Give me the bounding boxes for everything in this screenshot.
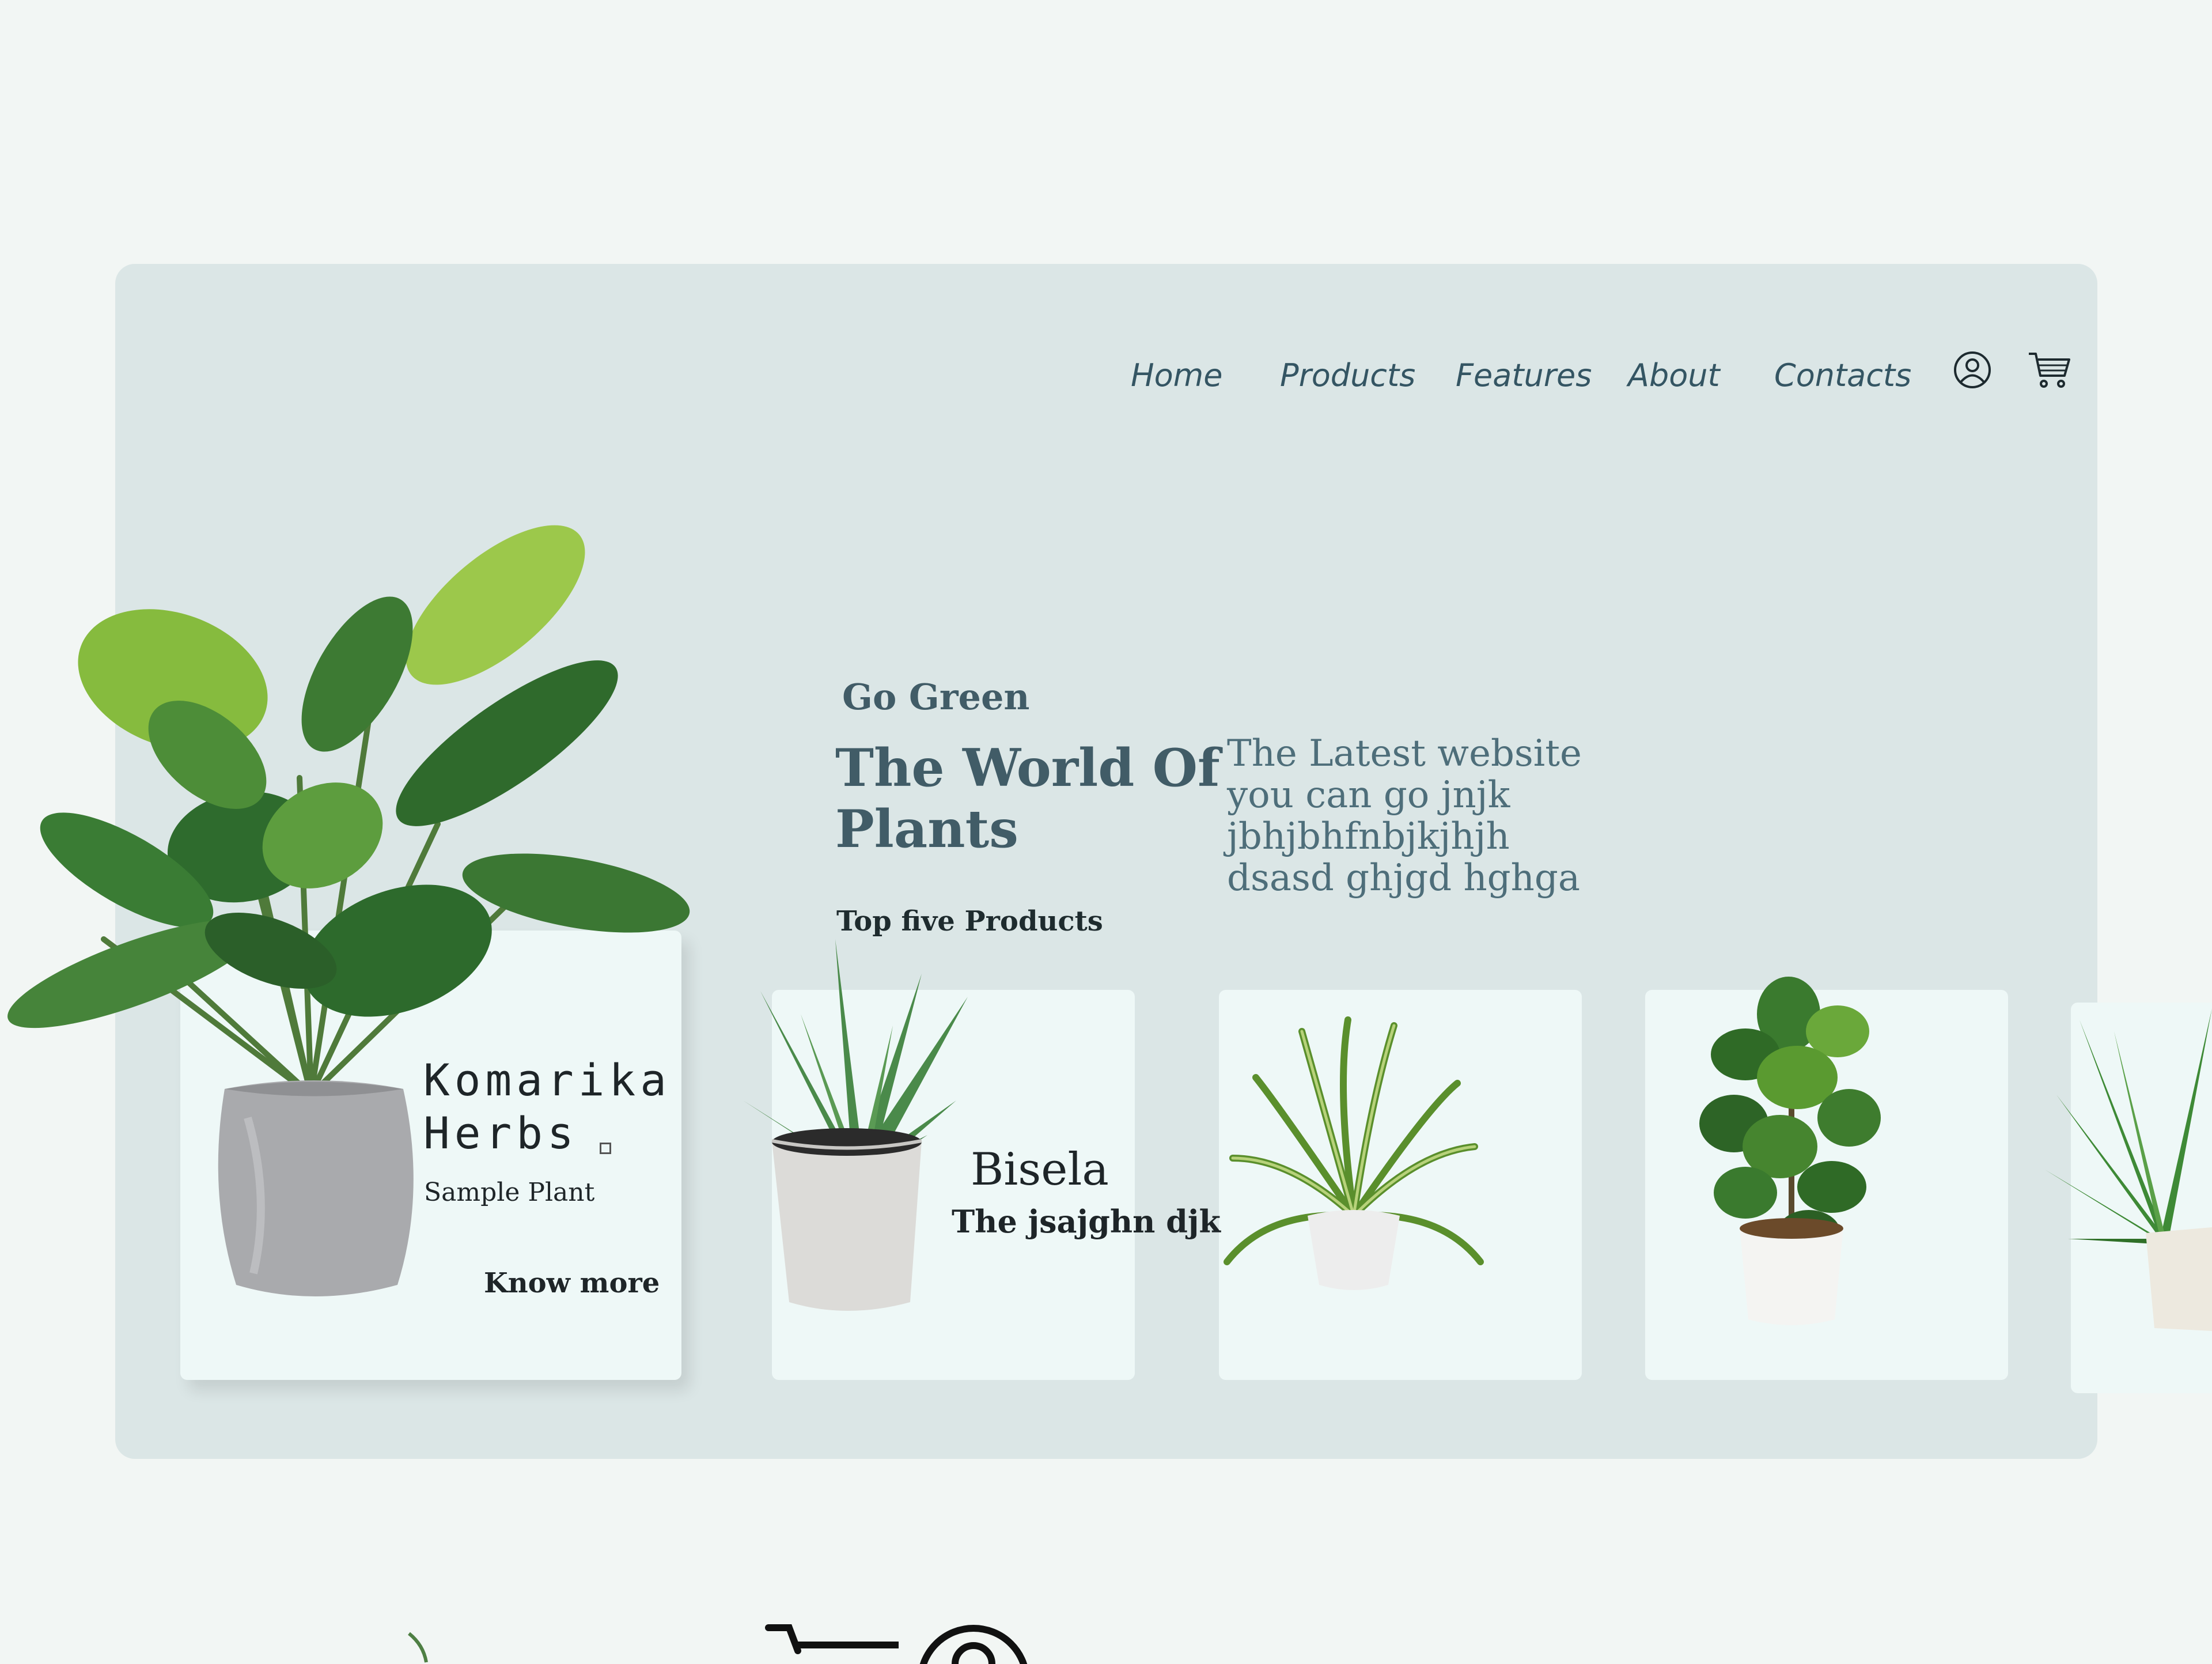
hero-description-line4: dsasd ghjgd hghga [1227, 857, 1580, 899]
hero-eyebrow: Go Green [842, 676, 1030, 718]
nav-home[interactable]: Home [1131, 353, 1222, 399]
featured-product-subtitle: Sample Plant [424, 1178, 595, 1207]
agave-plant-image [737, 928, 979, 1319]
leaf-decoration-icon [403, 1628, 438, 1663]
hero-description-line3: jbhjbhfnbjkjhjh [1227, 815, 1510, 858]
nav-products[interactable]: Products [1280, 353, 1415, 399]
cart-decoration-icon [765, 1622, 916, 1662]
product-name-bisela: Bisela [971, 1144, 1109, 1196]
featured-product-name-line1: Komarika [423, 1054, 672, 1106]
know-more-link[interactable]: Know more [484, 1265, 660, 1302]
user-icon[interactable] [1953, 350, 1992, 389]
hero-description-line1: The Latest website [1227, 732, 1582, 775]
dracaena-plant-image [2045, 997, 2212, 1331]
hero-description-line2: you can go jnjk [1227, 774, 1510, 816]
hero-title-line1: The World Of [835, 738, 1220, 799]
nav-contacts[interactable]: Contacts [1774, 353, 1911, 399]
cart-icon[interactable] [2028, 350, 2071, 389]
nav-about[interactable]: About [1628, 353, 1720, 399]
hero-title-line2: Plants [835, 799, 1018, 860]
featured-product-name-line2: Herbs [423, 1107, 578, 1159]
spider-plant-image [1221, 1016, 1486, 1296]
user-decoration-icon [916, 1624, 1031, 1664]
nav-features[interactable]: Features [1456, 353, 1592, 399]
product-desc-bisela: The jsajghn djk [952, 1203, 1221, 1240]
checkbox-icon[interactable] [600, 1143, 611, 1154]
fiddle-leaf-plant-image [1694, 977, 1889, 1331]
